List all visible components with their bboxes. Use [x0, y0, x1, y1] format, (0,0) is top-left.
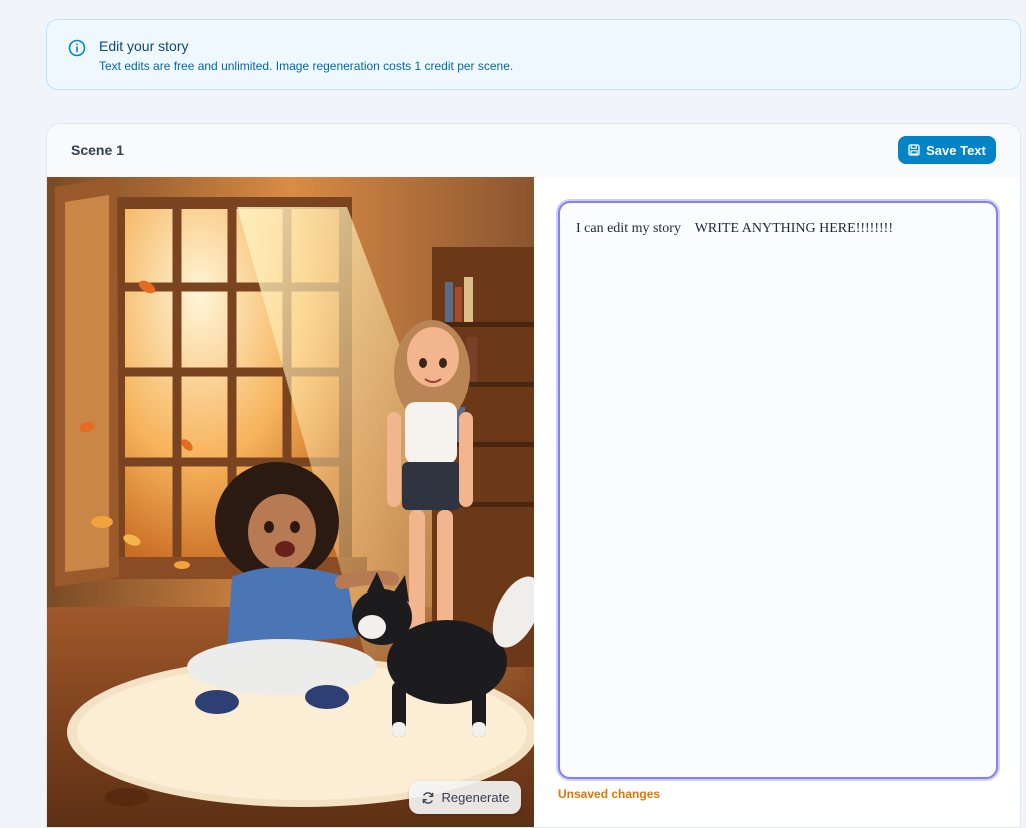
scene-image: Regenerate — [47, 177, 534, 827]
info-icon — [68, 39, 86, 57]
save-icon — [908, 144, 920, 156]
unsaved-changes-label: Unsaved changes — [558, 787, 661, 801]
save-text-button[interactable]: Save Text — [898, 136, 996, 164]
refresh-icon — [422, 791, 433, 804]
scene-header: Scene 1 Save Text — [47, 124, 1020, 178]
info-banner: Edit your story Text edits are free and … — [46, 19, 1021, 90]
save-text-label: Save Text — [926, 142, 986, 158]
regenerate-label: Regenerate — [441, 790, 510, 805]
scene-illustration — [47, 177, 534, 827]
story-text-input[interactable]: I can edit my story WRITE ANYTHING HERE!… — [558, 201, 998, 779]
banner-subtitle: Text edits are free and unlimited. Image… — [99, 59, 514, 73]
scene-card: Scene 1 Save Text Regenerate I can edit … — [46, 123, 1021, 828]
text-pane: I can edit my story WRITE ANYTHING HERE!… — [534, 177, 1020, 827]
regenerate-button[interactable]: Regenerate — [409, 781, 521, 814]
scene-title: Scene 1 — [71, 142, 124, 158]
banner-title: Edit your story — [99, 38, 189, 54]
